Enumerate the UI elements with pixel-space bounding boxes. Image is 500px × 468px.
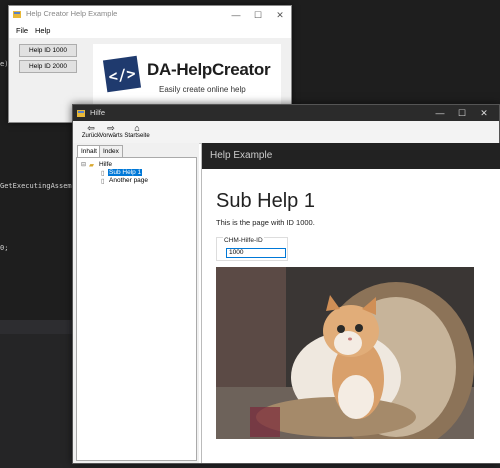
tree-item-sub-help-1[interactable]: Sub Help 1: [108, 169, 143, 176]
help-id-fieldset: CHM-Hilfe-ID 1000: [216, 237, 288, 261]
code-icon: </>: [102, 55, 142, 93]
field-label: CHM-Hilfe-ID: [223, 237, 264, 244]
home-label: Startseite: [124, 133, 150, 139]
logo: </> DA-HelpCreator Easily create online …: [93, 44, 281, 104]
code-line: 0;: [0, 244, 9, 252]
close-button[interactable]: ✕: [269, 6, 291, 24]
page-description: This is the page with ID 1000.: [216, 218, 315, 227]
page-header: Help Example: [202, 143, 500, 169]
menu-file[interactable]: File: [16, 26, 28, 35]
minimize-button[interactable]: —: [225, 6, 247, 24]
maximize-button[interactable]: ☐: [451, 105, 473, 121]
help-app-icon: [77, 110, 85, 117]
tab-inhalt[interactable]: Inhalt: [77, 145, 101, 157]
navigation-pane: Inhalt Index ⊟ ▰ Hilfe ▯ Sub Help 1 ▯ An…: [73, 143, 199, 463]
window-title: Help Creator Help Example: [26, 9, 118, 18]
help-viewer-window: Hilfe — ☐ ✕ ⇦ Zurück ⇨ Vorwärts ⌂ Starts…: [72, 104, 500, 464]
menu-bar: File Help: [9, 24, 291, 38]
folder-icon: ▰: [89, 162, 94, 169]
page-title: Sub Help 1: [216, 190, 315, 212]
minimize-button[interactable]: —: [429, 105, 451, 121]
app-icon: [13, 11, 21, 18]
help-id-1000-button[interactable]: Help ID 1000: [19, 44, 77, 57]
title-bar[interactable]: Help Creator Help Example — ☐ ✕: [9, 6, 291, 24]
logo-text: DA-HelpCreator: [147, 60, 271, 79]
svg-text:</>: </>: [107, 64, 136, 86]
page-icon: ▯: [101, 178, 105, 185]
tab-index[interactable]: Index: [99, 145, 123, 157]
page-icon: ▯: [101, 170, 105, 177]
title-bar[interactable]: Hilfe — ☐ ✕: [73, 105, 499, 121]
tree-item-another-page[interactable]: Another page: [109, 177, 148, 184]
tree-root[interactable]: Hilfe: [99, 161, 112, 168]
header-title: Help Example: [210, 150, 273, 161]
window-title: Hilfe: [90, 108, 106, 117]
forward-label: Vorwärts: [99, 133, 123, 139]
kitten-photo: [216, 267, 474, 439]
home-button[interactable]: ⌂ Startseite: [121, 123, 153, 139]
collapse-toggle[interactable]: ⊟: [81, 161, 86, 168]
content-pane: Help Example Sub Help 1 This is the page…: [201, 143, 500, 463]
help-id-2000-button[interactable]: Help ID 2000: [19, 60, 77, 73]
logo-tagline: Easily create online help: [159, 85, 246, 94]
close-button[interactable]: ✕: [473, 105, 495, 121]
home-icon: ⌂: [134, 123, 140, 133]
help-id-input[interactable]: 1000: [226, 248, 286, 258]
menu-help[interactable]: Help: [35, 26, 50, 35]
toolbar: ⇦ Zurück ⇨ Vorwärts ⌂ Startseite: [73, 121, 499, 144]
contents-tree: ⊟ ▰ Hilfe ▯ Sub Help 1 ▯ Another page: [76, 157, 197, 461]
maximize-button[interactable]: ☐: [247, 6, 269, 24]
